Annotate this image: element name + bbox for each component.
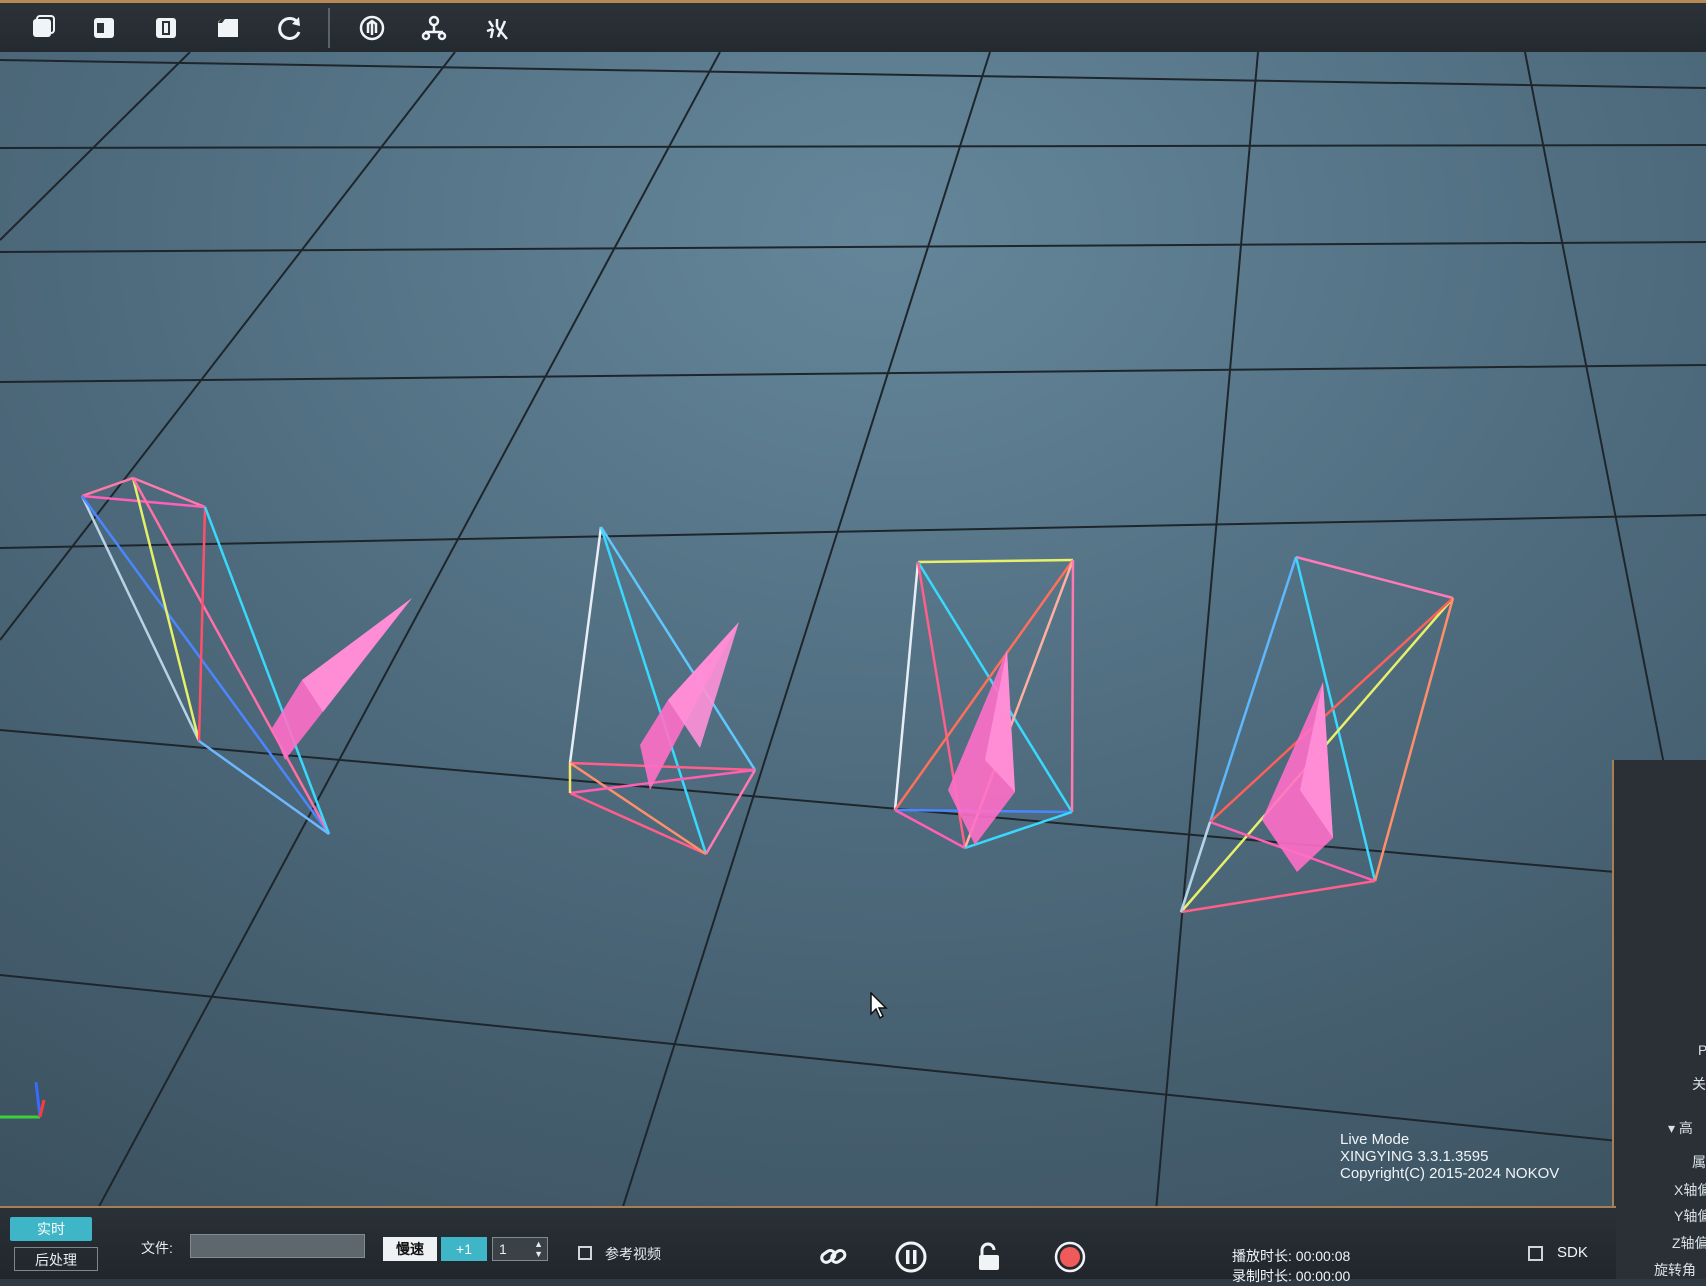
playback-bar: 实时 后处理 文件: 慢速 +1 1 ▲ ▼ 参考视频 播放时长: 00:00:0… <box>0 1206 1616 1284</box>
reset-view-button[interactable] <box>270 8 310 48</box>
mouse-cursor <box>870 992 888 1020</box>
post-process-button[interactable]: 后处理 <box>14 1247 98 1271</box>
test-button[interactable] <box>476 8 516 48</box>
view-top-icon <box>218 18 238 37</box>
view-top-button[interactable] <box>208 8 248 48</box>
panel-item-attr: 属 <box>1692 1154 1706 1170</box>
panel-partial-label-2: 关 <box>1692 1076 1706 1092</box>
sdk-label: SDK <box>1557 1244 1588 1261</box>
sdk-checkbox[interactable] <box>1528 1246 1543 1261</box>
skeleton-icon <box>421 15 447 40</box>
step-spinbox[interactable]: 1 ▲ ▼ <box>492 1237 548 1261</box>
view-toolbar <box>0 0 1706 52</box>
panel-partial-label-1: P <box>1698 1042 1706 1058</box>
step-value: 1 <box>499 1241 507 1257</box>
tracking-icon <box>359 15 385 40</box>
view-front-button[interactable] <box>84 8 124 48</box>
panel-item-y-offset: Y轴偏 <box>1674 1208 1706 1224</box>
live-mode-label: Live Mode <box>1340 1131 1410 1148</box>
recording-duration-value: 00:00:00 <box>1295 1268 1351 1284</box>
panel-item-z-offset: Z轴偏 <box>1672 1235 1706 1251</box>
toolbar-separator <box>328 7 330 48</box>
pause-icon[interactable] <box>894 1240 928 1274</box>
panel-section-label: 高 <box>1678 1120 1693 1136</box>
view-perspective-button[interactable] <box>22 8 62 48</box>
file-label: 文件: <box>141 1240 173 1256</box>
tracking-button[interactable] <box>352 8 392 48</box>
viewport-info: Live Mode XINGYING 3.3.1.3595 Copyright(… <box>1340 1131 1559 1182</box>
playback-duration-value: 00:00:08 <box>1295 1248 1351 1264</box>
live-mode-button[interactable]: 实时 <box>10 1217 92 1241</box>
playback-duration-label: 播放时长: <box>1232 1248 1292 1264</box>
test-icon <box>486 18 508 40</box>
panel-item-x-offset: X轴偏 <box>1674 1182 1706 1198</box>
view-front-icon <box>94 17 114 38</box>
unlock-icon[interactable] <box>972 1240 1006 1274</box>
reference-video-checkbox[interactable] <box>578 1246 592 1260</box>
panel-item-rotation: 旋转角 <box>1654 1262 1696 1278</box>
skeleton-button[interactable] <box>414 8 454 48</box>
recording-duration: 录制时长: 00:00:00 <box>1232 1266 1350 1286</box>
copyright-label: Copyright(C) 2015-2024 NOKOV <box>1340 1165 1560 1182</box>
link-icon[interactable] <box>816 1240 850 1274</box>
reference-video-label: 参考视频 <box>605 1246 661 1262</box>
recording-duration-label: 录制时长: <box>1232 1268 1292 1284</box>
properties-panel: P 关 ▾ 高 属 X轴偏 Y轴偏 Z轴偏 旋转角 <box>1612 760 1706 1279</box>
view-perspective-icon <box>33 14 55 37</box>
view-side-button[interactable] <box>146 8 186 48</box>
slow-speed-button[interactable]: 慢速 <box>383 1237 437 1261</box>
spin-arrows-icon[interactable]: ▲ ▼ <box>534 1239 543 1259</box>
panel-section-advanced[interactable]: ▾ 高 <box>1668 1118 1693 1138</box>
reset-view-icon <box>278 16 301 40</box>
3d-viewport[interactable] <box>0 0 1706 1279</box>
file-input[interactable] <box>190 1234 365 1258</box>
record-icon[interactable] <box>1053 1240 1087 1274</box>
version-label: XINGYING 3.3.1.3595 <box>1340 1148 1489 1165</box>
view-side-icon <box>156 17 176 38</box>
playback-duration: 播放时长: 00:00:08 <box>1232 1246 1350 1266</box>
step-button[interactable]: +1 <box>441 1237 487 1261</box>
